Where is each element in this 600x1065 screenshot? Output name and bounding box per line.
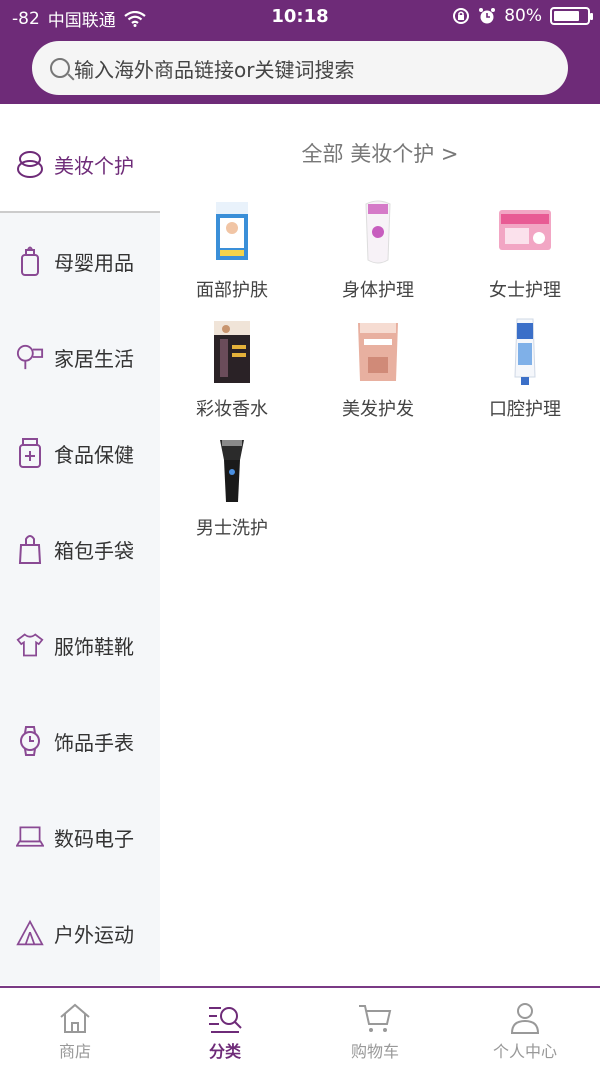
cosmetics-icon: [16, 148, 44, 180]
tab-label: 商店: [58, 1042, 91, 1061]
search-icon: [50, 58, 70, 78]
search-bar[interactable]: 输入海外商品链接or关键词搜索: [32, 41, 568, 95]
category-item-oral-care[interactable]: 口腔护理: [455, 317, 595, 421]
shaver-product-image: [220, 440, 244, 502]
category-label: 美发护发: [342, 399, 414, 420]
category-label: 男士洗护: [196, 518, 268, 539]
category-item-makeup[interactable]: 彩妆香水: [162, 317, 302, 421]
alarm-icon: [479, 8, 496, 24]
sidebar-item-label: 母婴用品: [54, 250, 134, 275]
category-item-face-care[interactable]: 面部护肤: [162, 198, 302, 302]
sidebar-item-cosmetics[interactable]: 美妆个护: [0, 117, 160, 213]
baby-bottle-icon: [16, 245, 44, 277]
hair-dryer-icon: [16, 341, 44, 373]
sidebar-item-label: 饰品手表: [54, 730, 134, 755]
header-bar: -82 中国联通 10:18 80% 输入海外商品链接or关键词搜索: [0, 0, 600, 104]
category-label: 女士护理: [489, 280, 561, 301]
category-label: 彩妆香水: [196, 399, 268, 420]
category-sidebar: 美妆个护 母婴用品 家居生活 食品保健 箱包手袋 服饰鞋靴 饰品手表 数码电子 …: [0, 117, 160, 985]
sidebar-item-label: 数码电子: [54, 826, 134, 851]
bottom-tab-bar: 商店 分类 购物车 个人中心: [0, 986, 600, 1065]
category-item-feminine-care[interactable]: 女士护理: [455, 198, 595, 302]
home-icon: [60, 1003, 90, 1033]
category-search-icon: [209, 1007, 242, 1033]
sidebar-item-baby[interactable]: 母婴用品: [0, 213, 160, 309]
sidebar-item-label: 家居生活: [54, 346, 134, 371]
sidebar-item-food[interactable]: 食品保健: [0, 405, 160, 501]
sidebar-item-label: 服饰鞋靴: [54, 634, 134, 659]
sidebar-item-home[interactable]: 家居生活: [0, 309, 160, 405]
status-right: 80%: [452, 6, 593, 26]
tab-category[interactable]: 分类: [150, 988, 300, 1065]
tab-cart[interactable]: 购物车: [300, 988, 450, 1065]
tab-store[interactable]: 商店: [0, 988, 150, 1065]
cart-icon: [359, 1005, 392, 1032]
sidebar-item-digital[interactable]: 数码电子: [0, 789, 160, 885]
category-all-link[interactable]: 全部 美妆个护 >: [160, 138, 600, 168]
sidebar-item-watches[interactable]: 饰品手表: [0, 693, 160, 789]
category-label: 身体护理: [342, 280, 414, 301]
category-item-hair-care[interactable]: 美发护发: [308, 317, 448, 421]
person-icon: [510, 1003, 540, 1034]
face-mask-product-image: [216, 202, 248, 260]
epilator-product-image: [365, 200, 391, 264]
watch-icon: [16, 725, 44, 757]
sidebar-item-label: 食品保健: [54, 442, 134, 467]
battery-icon: [550, 7, 593, 25]
tshirt-icon: [16, 629, 44, 661]
search-placeholder: 输入海外商品链接or关键词搜索: [74, 57, 355, 82]
shampoo-refill-product-image: [358, 323, 398, 381]
sanitary-pad-product-image: [499, 210, 551, 250]
toothpaste-product-image: [514, 318, 536, 385]
tab-profile[interactable]: 个人中心: [450, 988, 600, 1065]
status-bar: -82 中国联通 10:18 80%: [0, 0, 600, 36]
sidebar-item-clothes[interactable]: 服饰鞋靴: [0, 597, 160, 693]
category-item-body-care[interactable]: 身体护理: [308, 198, 448, 302]
tab-label: 个人中心: [492, 1042, 557, 1061]
laptop-icon: [16, 821, 44, 853]
sidebar-item-outdoor[interactable]: 户外运动: [0, 885, 160, 981]
health-jar-icon: [16, 437, 44, 469]
tent-icon: [16, 917, 44, 949]
category-label: 口腔护理: [489, 399, 561, 420]
battery-percent: 80%: [504, 6, 542, 26]
handbag-icon: [16, 533, 44, 565]
category-label: 面部护肤: [196, 280, 268, 301]
mascara-product-image: [214, 321, 250, 383]
tab-label: 购物车: [350, 1042, 399, 1061]
sidebar-item-label: 美妆个护: [54, 153, 134, 178]
category-item-mens-care[interactable]: 男士洗护: [162, 436, 302, 540]
sidebar-item-bags[interactable]: 箱包手袋: [0, 501, 160, 597]
tab-label: 分类: [208, 1042, 241, 1061]
rotation-lock-icon: [453, 8, 470, 24]
sidebar-item-label: 户外运动: [54, 922, 134, 947]
sidebar-item-label: 箱包手袋: [54, 538, 134, 563]
